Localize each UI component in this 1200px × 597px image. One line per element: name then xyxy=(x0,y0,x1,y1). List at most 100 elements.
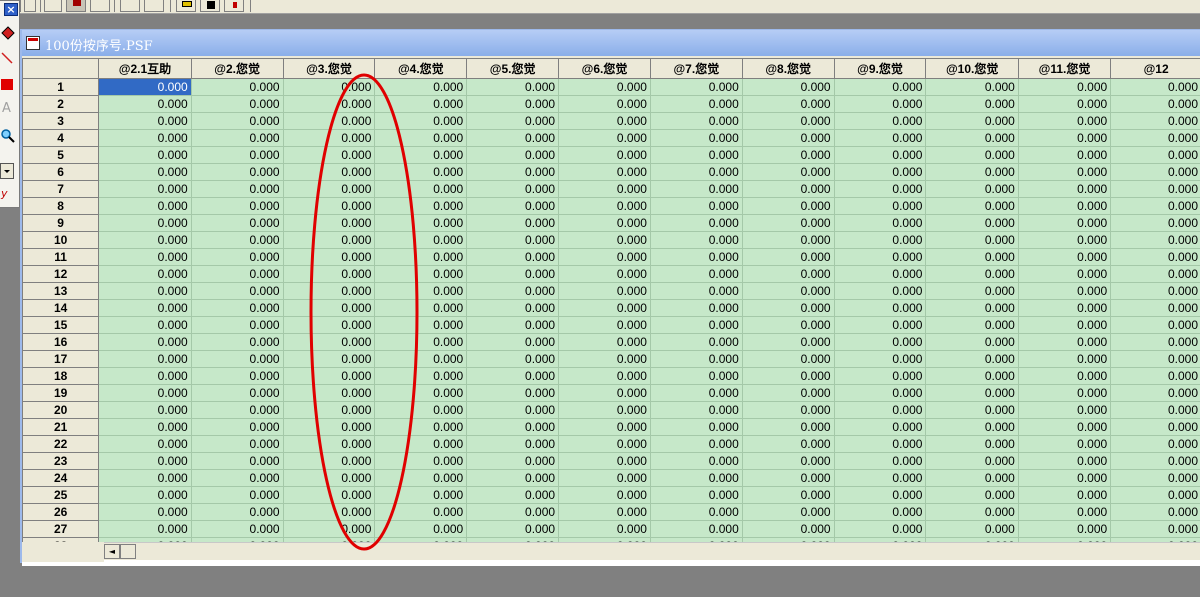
grid-cell[interactable]: 0.000 xyxy=(649,78,743,96)
grid-cell[interactable]: 0.000 xyxy=(374,282,468,300)
row-header[interactable]: 9 xyxy=(22,214,100,232)
grid-cell[interactable]: 0.000 xyxy=(282,367,376,385)
grid-cell[interactable]: 0.000 xyxy=(1017,418,1112,436)
grid-cell[interactable]: 0.000 xyxy=(98,452,192,470)
grid-cell[interactable]: 0.000 xyxy=(558,112,651,130)
close-icon[interactable]: × xyxy=(4,3,18,16)
grid-cell[interactable]: 0.000 xyxy=(466,265,560,283)
grid-cell[interactable]: 0.000 xyxy=(282,197,376,215)
grid-cell[interactable]: 0.000 xyxy=(466,384,560,402)
grid-cell[interactable]: 0.000 xyxy=(833,316,927,334)
grid-cell[interactable]: 0.000 xyxy=(466,231,560,249)
grid-cell[interactable]: 0.000 xyxy=(741,282,835,300)
grid-cell[interactable]: 0.000 xyxy=(649,197,743,215)
grid-cell[interactable]: 0.000 xyxy=(1017,520,1112,538)
grid-cell[interactable]: 0.000 xyxy=(98,316,192,334)
grid-cell[interactable]: 0.000 xyxy=(190,384,284,402)
grid-cell[interactable]: 0.000 xyxy=(558,78,651,96)
grid-cell[interactable]: 0.000 xyxy=(741,146,835,164)
grid-cell[interactable]: 0.000 xyxy=(374,129,468,147)
grid-cell[interactable]: 0.000 xyxy=(98,333,192,351)
grid-cell[interactable]: 0.000 xyxy=(833,520,927,538)
grid-cell[interactable]: 0.000 xyxy=(190,486,284,504)
grid-cell[interactable]: 0.000 xyxy=(925,95,1019,113)
grid-cell[interactable]: 0.000 xyxy=(833,367,927,385)
grid-cell[interactable]: 0.000 xyxy=(833,384,927,402)
grid-cell[interactable]: 0.000 xyxy=(190,316,284,334)
grid-cell[interactable]: 0.000 xyxy=(741,112,835,130)
grid-cell[interactable]: 0.000 xyxy=(466,129,560,147)
grid-cell[interactable]: 0.000 xyxy=(466,418,560,436)
grid-cell[interactable]: 0.000 xyxy=(649,435,743,453)
column-header[interactable]: @2.1互助 xyxy=(98,58,192,79)
grid-cell[interactable]: 0.000 xyxy=(374,452,468,470)
row-header[interactable]: 7 xyxy=(22,180,100,198)
grid-cell[interactable]: 0.000 xyxy=(558,384,651,402)
grid-cell[interactable]: 0.000 xyxy=(833,197,927,215)
grid-cell[interactable]: 0.000 xyxy=(833,401,927,419)
grid-cell[interactable]: 0.000 xyxy=(466,163,560,181)
grid-cell[interactable]: 0.000 xyxy=(190,129,284,147)
grid-cell[interactable]: 0.000 xyxy=(190,78,284,96)
grid-cell[interactable]: 0.000 xyxy=(741,316,835,334)
grid-cell[interactable]: 0.000 xyxy=(558,197,651,215)
grid-cell[interactable]: 0.000 xyxy=(1110,214,1200,232)
grid-cell[interactable]: 0.000 xyxy=(833,265,927,283)
grid-cell[interactable]: 0.000 xyxy=(466,503,560,521)
grid-cell[interactable]: 0.000 xyxy=(374,316,468,334)
grid-cell[interactable]: 0.000 xyxy=(1110,452,1200,470)
grid-cell[interactable]: 0.000 xyxy=(98,95,192,113)
grid-cell[interactable]: 0.000 xyxy=(649,231,743,249)
grid-cell[interactable]: 0.000 xyxy=(833,248,927,266)
grid-cell[interactable]: 0.000 xyxy=(98,231,192,249)
grid-cell[interactable]: 0.000 xyxy=(741,503,835,521)
grid-cell[interactable]: 0.000 xyxy=(98,418,192,436)
grid-cell[interactable]: 0.000 xyxy=(1017,78,1112,96)
grid-cell[interactable]: 0.000 xyxy=(741,197,835,215)
grid-cell[interactable]: 0.000 xyxy=(833,95,927,113)
grid-cell[interactable]: 0.000 xyxy=(282,146,376,164)
grid-cell[interactable]: 0.000 xyxy=(190,333,284,351)
grid-cell[interactable]: 0.000 xyxy=(925,197,1019,215)
grid-cell[interactable]: 0.000 xyxy=(374,146,468,164)
zoom-icon[interactable] xyxy=(0,128,16,144)
grid-cell[interactable]: 0.000 xyxy=(558,265,651,283)
grid-cell[interactable]: 0.000 xyxy=(741,520,835,538)
grid-cell[interactable]: 0.000 xyxy=(833,146,927,164)
grid-cell[interactable]: 0.000 xyxy=(1017,333,1112,351)
grid-cell[interactable]: 0.000 xyxy=(98,112,192,130)
grid-cell[interactable]: 0.000 xyxy=(1110,367,1200,385)
grid-cell[interactable]: 0.000 xyxy=(925,163,1019,181)
grid-cell[interactable]: 0.000 xyxy=(466,401,560,419)
column-header[interactable]: @6.您觉 xyxy=(558,58,651,79)
grid-cell[interactable]: 0.000 xyxy=(558,486,651,504)
grid-cell[interactable]: 0.000 xyxy=(741,333,835,351)
grid-cell[interactable]: 0.000 xyxy=(374,163,468,181)
grid-cell[interactable]: 0.000 xyxy=(925,231,1019,249)
grid-cell[interactable]: 0.000 xyxy=(649,265,743,283)
grid-cell[interactable]: 0.000 xyxy=(1017,112,1112,130)
grid-cell[interactable]: 0.000 xyxy=(466,486,560,504)
grid-cell[interactable]: 0.000 xyxy=(374,333,468,351)
grid-cell[interactable]: 0.000 xyxy=(190,163,284,181)
grid-cell[interactable]: 0.000 xyxy=(649,129,743,147)
grid-cell[interactable]: 0.000 xyxy=(466,316,560,334)
row-header[interactable]: 13 xyxy=(22,282,100,300)
grid-cell[interactable]: 0.000 xyxy=(1017,197,1112,215)
save-icon[interactable] xyxy=(24,0,36,12)
grid-cell[interactable]: 0.000 xyxy=(649,146,743,164)
grid-cell[interactable]: 0.000 xyxy=(282,435,376,453)
grid-cell[interactable]: 0.000 xyxy=(1110,520,1200,538)
grid-cell[interactable]: 0.000 xyxy=(558,503,651,521)
grid-cell[interactable]: 0.000 xyxy=(741,163,835,181)
help-icon[interactable] xyxy=(224,0,244,12)
grid-cell[interactable]: 0.000 xyxy=(649,333,743,351)
grid-cell[interactable]: 0.000 xyxy=(1017,401,1112,419)
text-icon[interactable]: A xyxy=(2,101,18,117)
grid-cell[interactable]: 0.000 xyxy=(649,418,743,436)
row-header[interactable]: 11 xyxy=(22,248,100,266)
grid-cell[interactable]: 0.000 xyxy=(1110,486,1200,504)
grid-cell[interactable]: 0.000 xyxy=(374,248,468,266)
grid-cell[interactable]: 0.000 xyxy=(98,384,192,402)
print-icon[interactable] xyxy=(176,0,196,12)
